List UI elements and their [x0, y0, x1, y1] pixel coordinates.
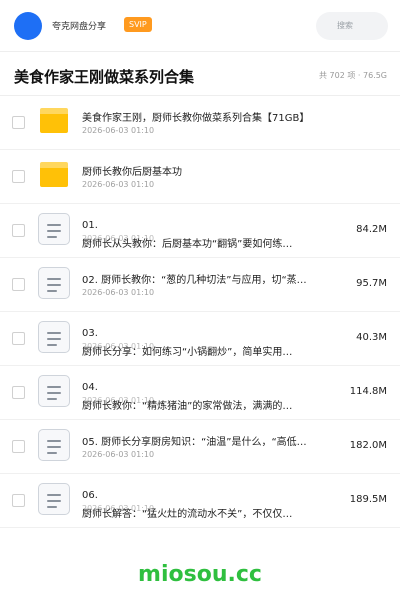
document-icon: [38, 267, 70, 299]
checkbox[interactable]: [12, 224, 25, 237]
list-item-file[interactable]: 02. 厨师长教你：“葱的几种切法”与应用，切“蒸… 2026-06-03 01…: [0, 258, 400, 312]
item-name-line2: 厨师长分享：如何练习“小锅翻炒”，简单实用…: [82, 347, 293, 358]
list-item-file[interactable]: 2026-06-03 01:10 01. 厨师长从头教你：后厨基本功“翻锅”要如…: [0, 204, 400, 258]
checkbox[interactable]: [12, 386, 25, 399]
folder-icon: [40, 108, 68, 133]
item-name-line2: 厨师长从头教你：后厨基本功“翻锅”要如何练…: [82, 239, 293, 250]
checkbox[interactable]: [12, 116, 25, 129]
item-name-line1: 03.: [82, 328, 98, 339]
file-size: 114.8M: [349, 386, 387, 397]
page-title: 美食作家王刚做菜系列合集: [14, 68, 195, 86]
folder-icon: [40, 162, 68, 187]
file-size: 95.7M: [356, 278, 387, 289]
search-placeholder: 搜索: [337, 21, 353, 30]
watermark: miosou.cc: [138, 562, 262, 587]
avatar[interactable]: [14, 12, 42, 40]
document-icon: [38, 375, 70, 407]
list-item-file[interactable]: 2026-06-03 01:10 04. 厨师长教你：“精炼猪油”的家常做法，满…: [0, 366, 400, 420]
item-name: 美食作家王刚，厨师长教你做菜系列合集【71GB】: [82, 113, 310, 124]
list-item-folder[interactable]: 美食作家王刚，厨师长教你做菜系列合集【71GB】 2026-06-03 01:1…: [0, 96, 400, 150]
document-icon: [38, 429, 70, 461]
list-item-file[interactable]: 2026-06-03 01:10 03. 厨师长分享：如何练习“小锅翻炒”，简单…: [0, 312, 400, 366]
top-bar: 夸克网盘分享 SVIP 搜索: [0, 0, 400, 52]
checkbox[interactable]: [12, 494, 25, 507]
item-name-line2: 厨师长教你：“精炼猪油”的家常做法，满满的…: [82, 401, 293, 412]
list-item-folder[interactable]: 厨师长教你后厨基本功 2026-06-03 01:10: [0, 150, 400, 204]
checkbox[interactable]: [12, 278, 25, 291]
search-input[interactable]: 搜索: [316, 12, 388, 40]
document-icon: [38, 321, 70, 353]
item-date: 2026-06-03 01:10: [82, 180, 155, 189]
app-name: 夸克网盘分享: [52, 22, 107, 32]
item-date: 2026-06-03 01:10: [82, 288, 155, 297]
file-size: 189.5M: [349, 494, 387, 505]
item-name: 05. 厨师长分享厨房知识：“油温”是什么，“高低…: [82, 437, 307, 448]
checkbox[interactable]: [12, 170, 25, 183]
item-name: 厨师长教你后厨基本功: [82, 167, 182, 178]
item-date: 2026-06-03 01:10: [82, 126, 155, 135]
item-date: 2026-06-03 01:10: [82, 450, 155, 459]
file-size: 182.0M: [349, 440, 387, 451]
list-item-file[interactable]: 05. 厨师长分享厨房知识：“油温”是什么，“高低… 2026-06-03 01…: [0, 420, 400, 474]
item-name: 02. 厨师长教你：“葱的几种切法”与应用，切“蒸…: [82, 275, 307, 286]
svip-badge: SVIP: [124, 17, 152, 32]
checkbox[interactable]: [12, 332, 25, 345]
item-count: 共 702 项 · 76.5G: [319, 71, 387, 80]
file-size: 84.2M: [356, 224, 387, 235]
checkbox[interactable]: [12, 440, 25, 453]
item-name-line1: 01.: [82, 220, 98, 231]
file-size: 40.3M: [356, 332, 387, 343]
item-name-line1: 04.: [82, 382, 98, 393]
document-icon: [38, 213, 70, 245]
item-name-line1: 06.: [82, 490, 98, 501]
document-icon: [38, 483, 70, 515]
list-item-file[interactable]: 2026-06-03 01:10 06. 厨师长解答：“猛火灶的流动水不关”，不…: [0, 474, 400, 528]
item-name-line2: 厨师长解答：“猛火灶的流动水不关”，不仅仅…: [82, 509, 293, 520]
